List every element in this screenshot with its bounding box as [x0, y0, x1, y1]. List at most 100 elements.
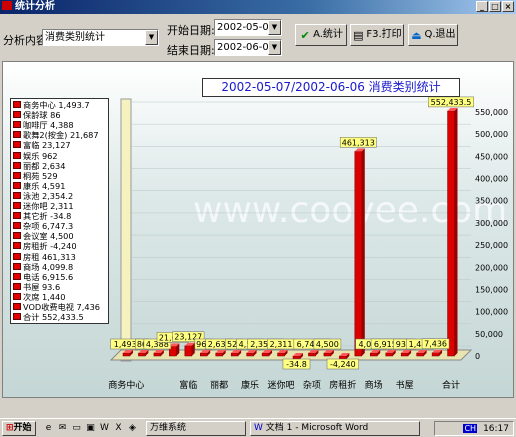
legend-label: 房租折 -4,240 [23, 241, 77, 252]
app-icon[interactable]: ◈ [126, 422, 139, 434]
y-tick-label: 400,000 [475, 175, 508, 184]
x-tick-label: 书屋 [396, 380, 414, 391]
chevron-down-icon[interactable]: ▼ [268, 40, 281, 55]
end-date-field[interactable]: 2002-06-06 ▼ [214, 39, 282, 56]
value-label: 4,500 [316, 340, 339, 349]
chevron-down-icon[interactable]: ▼ [268, 20, 281, 35]
bar [230, 352, 239, 357]
value-label: 552,433.5 [431, 98, 472, 107]
analysis-select[interactable]: 消费类别统计 ▼ [42, 29, 159, 46]
ime-indicator[interactable]: CH [463, 424, 478, 433]
end-date-value: 2002-06-06 [217, 42, 276, 53]
bar [200, 352, 208, 357]
minimize-button[interactable]: _ [476, 1, 488, 12]
bar [184, 345, 193, 357]
legend-item: 杂项 6,747.3 [13, 221, 109, 231]
bar [416, 352, 424, 357]
bar [323, 352, 332, 357]
print-button-label: F3.打印 [366, 29, 402, 40]
bar [138, 352, 146, 357]
value-label: 7,436 [424, 340, 447, 349]
close-button[interactable]: × [502, 1, 514, 12]
x-tick-label: 丽都 [210, 380, 228, 391]
legend-item: 康乐 4,591 [13, 181, 109, 191]
excel-icon[interactable]: X [112, 422, 125, 434]
legend-label: 歌舞2(按金) 21,687 [23, 130, 99, 141]
legend-swatch [13, 121, 21, 129]
legend-label: 商场 4,099.8 [23, 261, 74, 272]
y-tick-label: 350,000 [475, 197, 508, 206]
y-tick-label: 150,000 [475, 285, 508, 294]
ie-icon[interactable]: e [42, 422, 55, 434]
taskbar-item-label: 万维系统 [150, 423, 187, 433]
legend-label: 保龄球 86 [23, 110, 61, 121]
start-button[interactable]: ⊞开始 [2, 421, 36, 436]
legend-label: 杂项 6,747.3 [23, 221, 74, 232]
y-tick-label: 300,000 [475, 219, 508, 228]
legend-item: 房租 461,313 [13, 252, 109, 262]
legend-item: 迷你吧 2,311 [13, 201, 109, 211]
legend-item: 桐苑 529 [13, 171, 109, 181]
start-label: 开始 [13, 423, 32, 433]
chart-legend: 商务中心 1,493.7 保龄球 86 咖啡厅 4,388 歌舞2(按金) 21,68… [10, 98, 109, 324]
value-label: 461,313 [342, 138, 375, 147]
folder-icon[interactable]: ▣ [84, 422, 97, 434]
stat-button[interactable]: ✔ A.统计 [295, 24, 347, 46]
legend-swatch [13, 222, 21, 230]
watermark: www.coovee.com [193, 190, 507, 231]
legend-item: 歌舞2(按金) 21,687 [13, 130, 109, 140]
x-tick-label: 商场 [365, 379, 383, 391]
y-tick-label: 0 [475, 352, 480, 361]
bar [277, 352, 285, 357]
legend-swatch [13, 181, 21, 189]
legend-swatch [13, 191, 21, 199]
y-tick-label: 500,000 [475, 130, 508, 139]
legend-item: 富临 23,127 [13, 140, 109, 150]
app-icon [2, 1, 12, 10]
chevron-down-icon[interactable]: ▼ [145, 30, 158, 45]
exit-button[interactable]: ⏏ Q.退出 [408, 24, 458, 46]
y-tick-label: 550,000 [475, 108, 508, 117]
desktop-icon[interactable]: ▭ [70, 422, 83, 434]
x-tick-label: 合计 [442, 379, 460, 391]
taskbar-item-word[interactable]: W 文档 1 - Microsoft Word [250, 421, 420, 436]
legend-label: 商务中心 1,493.7 [23, 100, 90, 110]
legend-label: 书屋 93.6 [23, 281, 61, 292]
taskbar-item-label: 文档 1 - Microsoft Word [265, 423, 369, 433]
analysis-value: 消费类别统计 [45, 32, 105, 43]
value-label: -4,240 [330, 360, 356, 369]
legend-label: 其它折 -34.8 [23, 211, 72, 222]
x-tick-label: 康乐 [241, 379, 259, 391]
legend-swatch [13, 131, 21, 139]
legend-item: 商务中心 1,493.7 [13, 100, 109, 110]
x-tick-label: 杂项 [303, 380, 321, 391]
legend-swatch [13, 232, 21, 240]
value-label: -34.8 [286, 360, 307, 369]
bar-side [454, 107, 458, 356]
analysis-label: 分析内容 [3, 34, 47, 47]
legend-swatch [13, 101, 21, 108]
print-button[interactable]: ▤ F3.打印 [350, 24, 404, 46]
y-tick-label: 250,000 [475, 241, 508, 250]
taskbar-item-wanwei[interactable]: 万维系统 [146, 421, 246, 436]
exit-button-label: Q.退出 [424, 29, 456, 40]
legend-label: 房租 461,313 [23, 251, 76, 262]
legend-swatch [13, 262, 21, 270]
maximize-button[interactable]: □ [489, 1, 501, 12]
start-date-field[interactable]: 2002-05-07 ▼ [214, 19, 282, 36]
legend-swatch [13, 161, 21, 169]
legend-label: 合计 552,433.5 [23, 312, 84, 323]
chart-title: 2002-05-07/2002-06-06 消费类别统计 [202, 78, 460, 97]
word-icon[interactable]: W [98, 422, 111, 434]
legend-swatch [13, 151, 21, 159]
legend-item: 书屋 93.6 [13, 282, 109, 292]
legend-item: 房租折 -4,240 [13, 241, 109, 251]
taskbar: ⊞开始 e ✉ ▭ ▣ W X ◈ 万维系统 W 文档 1 - Microsof… [0, 418, 516, 437]
outlook-icon[interactable]: ✉ [56, 422, 69, 434]
legend-swatch [13, 252, 21, 260]
legend-swatch [13, 202, 21, 209]
bar [261, 352, 270, 357]
chart-area: www.coovee.com 1,493.864,38821,68723,127… [2, 61, 514, 398]
bar-side [361, 148, 365, 356]
window-controls: _ □ × [476, 1, 514, 12]
